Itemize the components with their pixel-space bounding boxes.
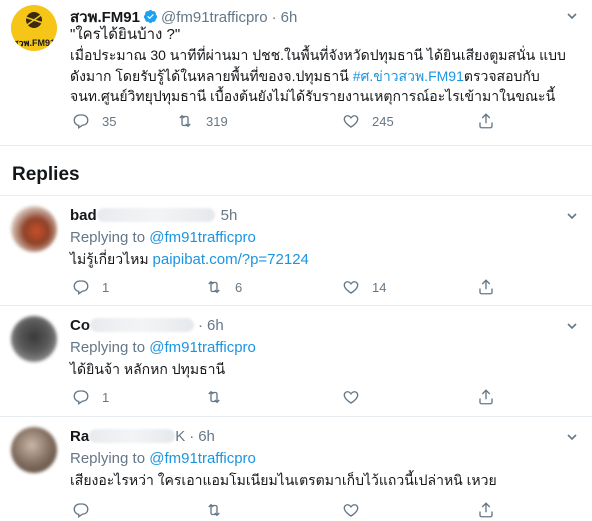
redacted-name xyxy=(90,318,194,332)
retweet-count: 6 xyxy=(235,279,243,295)
chevron-down-icon[interactable] xyxy=(567,321,577,331)
reply-header: bad 5h xyxy=(70,207,237,225)
like-icon xyxy=(343,281,359,294)
reply-author-name[interactable]: Co xyxy=(70,317,90,334)
reply-time[interactable]: 5h xyxy=(221,207,238,224)
reply-count: 1 xyxy=(102,279,110,295)
verified-badge-icon xyxy=(143,9,158,24)
share-button[interactable] xyxy=(477,278,495,296)
reply-icon xyxy=(73,503,89,519)
retweet-icon xyxy=(208,280,220,294)
reply-count: 1 xyxy=(102,389,110,405)
like-icon xyxy=(343,504,359,517)
reply-text: ไม่รู้เกี่ยวไหม paipibat.com/?p=72124 xyxy=(70,249,309,270)
reply-text: เสียงอะไรหว่า ใครเอาแอมโมเนียมไนเตรตมาเก… xyxy=(70,472,497,488)
replies-section-header: Replies xyxy=(0,145,592,196)
reply-header: Ra K · 6h xyxy=(70,428,215,446)
tweet-text-line-2: เมื่อประมาณ 30 นาทีที่ผ่านมา ปชช.ในพื้นท… xyxy=(70,47,566,63)
reply-author-name[interactable]: Ra xyxy=(70,428,89,445)
replies-title: Replies xyxy=(12,164,80,185)
reply-actions: 1 6 14 xyxy=(72,278,512,298)
replying-to: Replying to @fm91trafficpro xyxy=(70,339,256,356)
like-button[interactable]: 245 xyxy=(342,112,394,130)
reply-icon xyxy=(73,390,89,406)
retweet-button[interactable] xyxy=(205,388,223,406)
share-button[interactable] xyxy=(477,388,495,406)
share-icon xyxy=(479,113,493,129)
reply-count: 35 xyxy=(102,113,117,129)
like-button[interactable] xyxy=(342,501,360,519)
reply-time[interactable]: 6h xyxy=(207,317,224,334)
reply-tweet[interactable]: Ra K · 6h Replying to @fm91trafficpro เสียง… xyxy=(0,417,592,520)
replying-to-handle[interactable]: @fm91trafficpro xyxy=(149,229,256,246)
separator-dot: · xyxy=(198,317,203,334)
replying-to: Replying to @fm91trafficpro xyxy=(70,229,256,246)
like-icon xyxy=(343,391,359,404)
hashtag-link[interactable]: #ศ.ข่าวสวพ.FM91 xyxy=(353,68,464,84)
reply-link[interactable]: paipibat.com/?p=72124 xyxy=(153,251,309,268)
reply-header: Co · 6h xyxy=(70,317,224,335)
reply-button[interactable]: 1 xyxy=(72,388,109,406)
like-count: 245 xyxy=(372,113,394,129)
retweet-button[interactable]: 319 xyxy=(176,112,228,130)
reply-icon xyxy=(73,114,89,130)
like-count: 14 xyxy=(372,279,387,295)
share-icon xyxy=(479,279,493,295)
reply-tweet[interactable]: bad 5h Replying to @fm91trafficpro ไม่รู้… xyxy=(0,196,592,306)
reply-button[interactable]: 1 xyxy=(72,278,109,296)
reply-avatar[interactable] xyxy=(11,427,57,473)
main-tweet[interactable]: สวพ.FM91 สวพ.FM91 @fm91trafficpro · 6h "ใคร… xyxy=(0,0,592,146)
replying-to-handle[interactable]: @fm91trafficpro xyxy=(149,339,256,356)
reply-text: ได้ยินจ้า หลักหก ปทุมธานี xyxy=(70,361,226,377)
tweet-text-line-3-plain: ดังมาก โดยรับรู้ได้ในหลายพื้นที่ของจ.ปทุ… xyxy=(70,68,353,84)
author-handle[interactable]: @fm91trafficpro xyxy=(161,9,268,26)
retweet-button[interactable]: 6 xyxy=(205,278,242,296)
replying-to: Replying to @fm91trafficpro xyxy=(70,450,256,467)
tweet-text-line-1: "ใครได้ยินบ้าง ?" xyxy=(70,26,181,43)
retweet-button[interactable] xyxy=(205,501,223,519)
reply-actions: 1 xyxy=(72,388,512,408)
replying-to-label: Replying to xyxy=(70,229,150,246)
retweet-icon xyxy=(208,503,220,517)
reply-tweet[interactable]: Co · 6h Replying to @fm91trafficpro ได้ยิน… xyxy=(0,306,592,417)
replying-to-label: Replying to xyxy=(70,339,150,356)
share-icon xyxy=(479,502,493,518)
author-avatar[interactable]: สวพ.FM91 xyxy=(11,5,57,51)
retweet-count: 319 xyxy=(206,113,228,129)
reply-actions xyxy=(72,501,512,521)
replying-to-handle[interactable]: @fm91trafficpro xyxy=(149,450,256,467)
reply-button[interactable] xyxy=(72,501,90,519)
reply-author-name[interactable]: bad xyxy=(70,207,97,224)
reply-avatar[interactable] xyxy=(11,316,57,362)
tweet-text-line-3-tail: ตรวจสอบกับ xyxy=(463,68,540,84)
avatar-logo-text: สวพ.FM91 xyxy=(13,38,55,48)
share-icon xyxy=(479,389,493,405)
like-button[interactable] xyxy=(342,388,360,406)
author-name[interactable]: สวพ.FM91 xyxy=(70,9,140,26)
reply-time[interactable]: 6h xyxy=(198,428,215,445)
tweet-time[interactable]: 6h xyxy=(281,9,298,26)
redacted-name xyxy=(89,429,176,443)
share-button[interactable] xyxy=(477,501,495,519)
reply-icon xyxy=(73,280,89,296)
separator-dot: · xyxy=(189,428,195,445)
like-button[interactable]: 14 xyxy=(342,278,386,296)
retweet-icon xyxy=(179,114,191,128)
reply-avatar[interactable] xyxy=(11,206,57,252)
replying-to-label: Replying to xyxy=(70,450,150,467)
reply-name-tail: K xyxy=(175,428,186,445)
redacted-name xyxy=(96,208,215,222)
reply-text-body: ไม่รู้เกี่ยวไหม xyxy=(70,251,153,267)
retweet-icon xyxy=(208,390,220,404)
like-icon xyxy=(343,115,359,128)
chevron-down-icon[interactable] xyxy=(567,432,577,442)
chevron-down-icon[interactable] xyxy=(567,11,577,21)
separator-dot: · xyxy=(271,9,277,26)
reply-button[interactable]: 35 xyxy=(72,112,116,130)
tweet-actions: 35 319 245 xyxy=(72,112,512,132)
share-button[interactable] xyxy=(477,112,495,130)
chevron-down-icon[interactable] xyxy=(567,211,577,221)
tweet-text-line-3: ดังมาก โดยรับรู้ได้ในหลายพื้นที่ของจ.ปทุ… xyxy=(70,66,540,86)
tweet-text-line-4: จนท.ศูนย์วิทยุปทุมธานี เบื้องต้นยังไม่ได… xyxy=(70,88,556,104)
